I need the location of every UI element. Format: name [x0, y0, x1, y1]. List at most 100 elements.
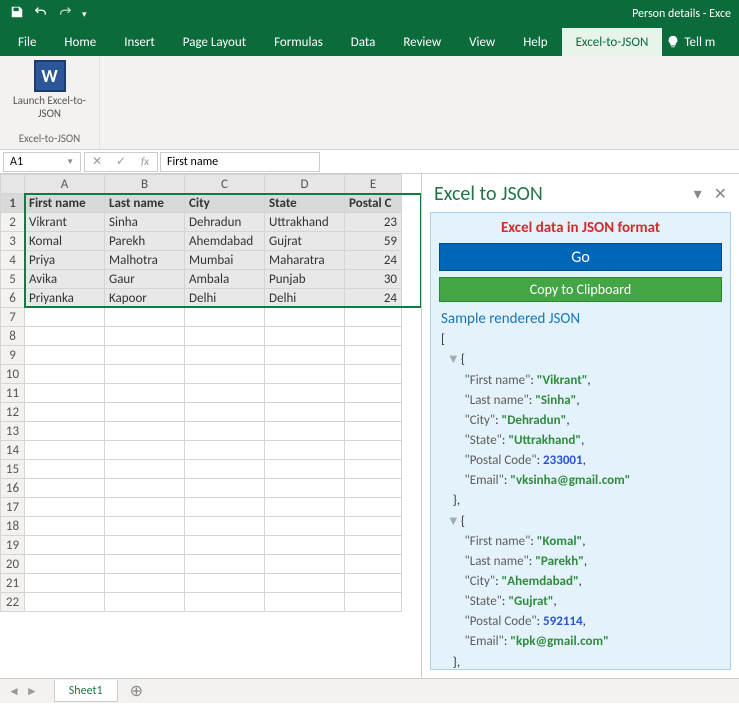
- row-header[interactable]: 22: [1, 593, 25, 612]
- cell[interactable]: [25, 517, 105, 536]
- cell[interactable]: [265, 308, 345, 327]
- cell[interactable]: [345, 479, 402, 498]
- cell[interactable]: [105, 460, 185, 479]
- cell[interactable]: [105, 403, 185, 422]
- dropdown-icon[interactable]: ▾: [694, 184, 702, 204]
- cell[interactable]: [185, 308, 265, 327]
- cell[interactable]: Priyanka: [25, 289, 105, 308]
- name-box[interactable]: A1 ▼: [3, 152, 81, 172]
- cell[interactable]: [185, 536, 265, 555]
- tab-page-layout[interactable]: Page Layout: [169, 28, 260, 56]
- cell[interactable]: [345, 574, 402, 593]
- cell[interactable]: 24: [345, 289, 402, 308]
- cell[interactable]: [105, 536, 185, 555]
- row-header[interactable]: 18: [1, 517, 25, 536]
- add-sheet-button[interactable]: ⊕: [124, 681, 149, 701]
- cell[interactable]: Dehradun: [185, 213, 265, 232]
- cell[interactable]: [105, 384, 185, 403]
- col-header[interactable]: E: [345, 175, 402, 194]
- cell[interactable]: [185, 441, 265, 460]
- cell[interactable]: [25, 555, 105, 574]
- cancel-icon[interactable]: ✕: [85, 154, 109, 169]
- cell[interactable]: [25, 384, 105, 403]
- cell[interactable]: [25, 498, 105, 517]
- row-header[interactable]: 2: [1, 213, 25, 232]
- cell[interactable]: [265, 498, 345, 517]
- cell[interactable]: [185, 384, 265, 403]
- row-header[interactable]: 5: [1, 270, 25, 289]
- tab-view[interactable]: View: [455, 28, 509, 56]
- next-sheet-icon[interactable]: ►: [26, 684, 38, 699]
- cell[interactable]: [185, 498, 265, 517]
- cell[interactable]: [105, 346, 185, 365]
- cell[interactable]: [105, 574, 185, 593]
- tab-insert[interactable]: Insert: [110, 28, 169, 56]
- cell[interactable]: [105, 422, 185, 441]
- row-header[interactable]: 19: [1, 536, 25, 555]
- row-header[interactable]: 13: [1, 422, 25, 441]
- tab-excel-to-json[interactable]: Excel-to-JSON: [562, 28, 663, 56]
- cell[interactable]: Last name: [105, 194, 185, 213]
- cell[interactable]: [25, 422, 105, 441]
- cell[interactable]: 24: [345, 251, 402, 270]
- cell[interactable]: [265, 384, 345, 403]
- sheet-nav-arrows[interactable]: ◄ ►: [8, 684, 48, 699]
- cell[interactable]: City: [185, 194, 265, 213]
- cell[interactable]: [185, 327, 265, 346]
- cell[interactable]: Avika: [25, 270, 105, 289]
- cell[interactable]: [25, 403, 105, 422]
- save-icon[interactable]: [10, 5, 24, 24]
- cell[interactable]: Priya: [25, 251, 105, 270]
- cell[interactable]: Ambala: [185, 270, 265, 289]
- cell[interactable]: Parekh: [105, 232, 185, 251]
- tab-review[interactable]: Review: [389, 28, 455, 56]
- cell[interactable]: Maharatra: [265, 251, 345, 270]
- cell[interactable]: [345, 441, 402, 460]
- cell[interactable]: [345, 593, 402, 612]
- cell[interactable]: [25, 479, 105, 498]
- cell[interactable]: [105, 479, 185, 498]
- cell[interactable]: [105, 498, 185, 517]
- cell[interactable]: [345, 460, 402, 479]
- cell[interactable]: [185, 479, 265, 498]
- cell[interactable]: [345, 327, 402, 346]
- cell[interactable]: Gujrat: [265, 232, 345, 251]
- cell[interactable]: [265, 536, 345, 555]
- cell[interactable]: Kapoor: [105, 289, 185, 308]
- qat-dropdown-icon[interactable]: ▾: [82, 9, 87, 20]
- enter-icon[interactable]: ✓: [109, 154, 133, 169]
- row-header[interactable]: 15: [1, 460, 25, 479]
- tab-data[interactable]: Data: [337, 28, 390, 56]
- close-icon[interactable]: ✕: [714, 184, 727, 204]
- row-header[interactable]: 12: [1, 403, 25, 422]
- cell[interactable]: 30: [345, 270, 402, 289]
- cell[interactable]: [345, 384, 402, 403]
- row-header[interactable]: 8: [1, 327, 25, 346]
- copy-to-clipboard-button[interactable]: Copy to Clipboard: [439, 277, 722, 302]
- cell[interactable]: [345, 517, 402, 536]
- row-header[interactable]: 20: [1, 555, 25, 574]
- cell[interactable]: 59: [345, 232, 402, 251]
- cell[interactable]: [105, 308, 185, 327]
- cell[interactable]: [25, 308, 105, 327]
- fx-icon[interactable]: fx: [133, 155, 157, 168]
- go-button[interactable]: Go: [439, 243, 722, 271]
- cell[interactable]: [265, 365, 345, 384]
- cell[interactable]: Sinha: [105, 213, 185, 232]
- cell[interactable]: Vikrant: [25, 213, 105, 232]
- cell[interactable]: State: [265, 194, 345, 213]
- cell[interactable]: Punjab: [265, 270, 345, 289]
- row-header[interactable]: 21: [1, 574, 25, 593]
- cell[interactable]: [265, 555, 345, 574]
- cell[interactable]: [25, 593, 105, 612]
- undo-icon[interactable]: [34, 5, 48, 24]
- row-header[interactable]: 6: [1, 289, 25, 308]
- tab-home[interactable]: Home: [50, 28, 110, 56]
- cell[interactable]: [105, 517, 185, 536]
- cell[interactable]: [185, 403, 265, 422]
- cell[interactable]: [345, 498, 402, 517]
- cell[interactable]: [265, 403, 345, 422]
- cell[interactable]: [265, 422, 345, 441]
- tell-me[interactable]: Tell m: [666, 35, 715, 50]
- cell[interactable]: [345, 555, 402, 574]
